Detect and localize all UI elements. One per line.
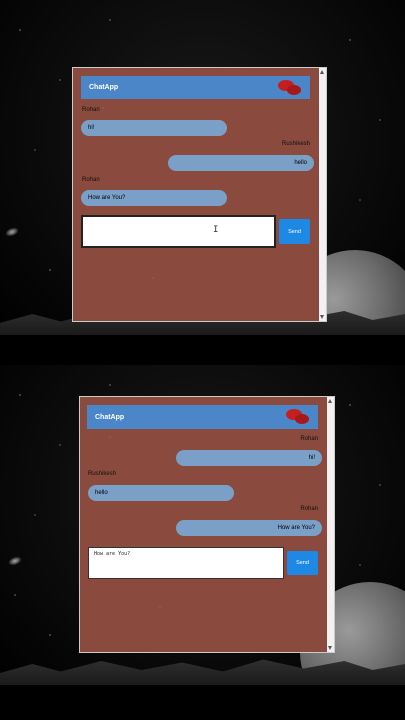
scroll-down-icon[interactable] xyxy=(320,315,324,319)
chat-bubbles-icon xyxy=(286,409,310,425)
message-sender: Rohan xyxy=(300,506,318,512)
scrollbar[interactable] xyxy=(319,68,326,321)
chat-bubbles-icon xyxy=(278,79,302,96)
message-sender: Rushikesh xyxy=(88,471,117,477)
chat-header: ChatApp xyxy=(81,76,310,99)
chat-window-top: ChatApp Rohan hi! Rushikesh hello Rohan … xyxy=(72,67,327,322)
message-bubble: How are You? xyxy=(81,190,227,206)
message-bubble: How are You? xyxy=(176,520,322,536)
scroll-up-icon[interactable] xyxy=(320,70,324,74)
app-title: ChatApp xyxy=(95,413,125,421)
app-title: ChatApp xyxy=(89,84,119,91)
message-bubble: hi! xyxy=(81,120,227,136)
scroll-up-icon[interactable] xyxy=(328,399,332,403)
scrollbar[interactable] xyxy=(327,397,334,652)
message-sender: Rushikesh xyxy=(281,141,310,147)
message-input[interactable]: How are You? xyxy=(88,547,284,579)
nebula-decoration xyxy=(7,554,23,568)
chat-header: ChatApp xyxy=(87,405,318,429)
message-bubble: hi! xyxy=(176,450,322,466)
message-input[interactable] xyxy=(81,215,276,248)
send-button[interactable]: Send xyxy=(279,219,310,244)
send-button[interactable]: Send xyxy=(287,551,318,575)
message-bubble: hello xyxy=(168,155,314,171)
text-cursor-icon: I xyxy=(213,225,219,235)
message-sender: Rohan xyxy=(82,107,100,113)
message-bubble: hello xyxy=(88,485,234,501)
message-sender: Rohan xyxy=(300,436,318,442)
message-sender: Rohan xyxy=(82,177,100,183)
nebula-decoration xyxy=(4,225,20,239)
scroll-down-icon[interactable] xyxy=(328,646,332,650)
chat-window-bottom: ChatApp Rohan hi! Rushikesh hello Rohan … xyxy=(79,396,335,653)
